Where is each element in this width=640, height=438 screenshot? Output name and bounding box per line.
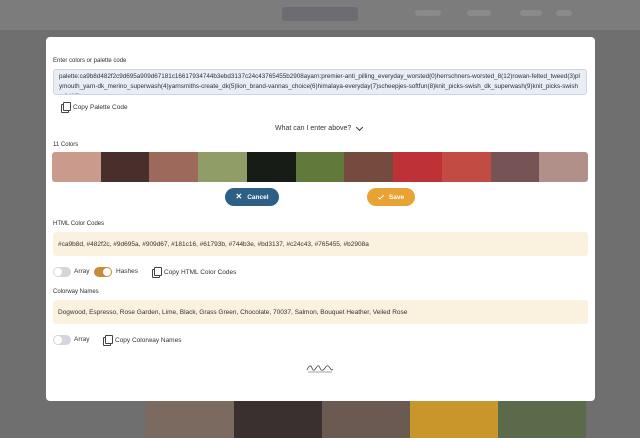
colorway-names-label: Colorway Names — [53, 289, 99, 295]
color-swatch[interactable] — [198, 152, 247, 182]
copy-colorway-names-button[interactable]: Copy Colorway Names — [103, 335, 182, 346]
chevron-down-icon — [356, 123, 364, 131]
copy-icon — [61, 102, 71, 113]
background-nav-item — [556, 10, 572, 16]
color-swatch-strip — [52, 152, 588, 182]
background-palette-strip — [146, 400, 586, 438]
copy-colorway-names-label: Copy Colorway Names — [115, 336, 182, 344]
colors-count-label: 11 Colors — [53, 142, 79, 148]
html-codes-field[interactable]: #ca9b8d, #482f2c, #9d695a, #909d67, #181… — [53, 232, 588, 256]
html-array-label: Array — [74, 268, 90, 275]
background-header — [0, 0, 640, 30]
colorway-array-toggle[interactable] — [53, 335, 71, 345]
signature-logo — [306, 365, 334, 373]
copy-palette-code-button[interactable]: Copy Palette Code — [61, 102, 128, 113]
palette-code-input[interactable]: palette:ca9b8d482f2c9d695a909d67181c1661… — [53, 69, 587, 95]
close-icon: ✕ — [235, 192, 243, 201]
color-swatch[interactable] — [295, 152, 345, 182]
check-icon — [377, 192, 385, 200]
color-swatch[interactable] — [490, 152, 540, 182]
background-swatch — [146, 400, 234, 438]
background-swatch — [322, 400, 410, 438]
what-can-i-enter-toggle[interactable]: What can I enter above? — [275, 123, 364, 132]
background-logo — [282, 7, 358, 21]
copy-icon — [103, 335, 113, 346]
color-swatch[interactable] — [539, 152, 588, 182]
copy-html-codes-button[interactable]: Copy HTML Color Codes — [152, 267, 237, 278]
html-codes-label: HTML Color Codes — [53, 221, 105, 227]
background-nav-item — [415, 10, 441, 16]
color-swatch[interactable] — [149, 152, 199, 182]
what-can-i-enter-label: What can I enter above? — [275, 125, 352, 132]
background-swatch — [410, 400, 498, 438]
copy-palette-code-label: Copy Palette Code — [73, 103, 128, 111]
palette-modal: Enter colors or palette code palette:ca9… — [46, 37, 595, 401]
background-swatch — [234, 400, 322, 438]
copy-icon — [152, 267, 162, 278]
color-swatch[interactable] — [441, 152, 491, 182]
colorway-names-field[interactable]: Dogwood, Espresso, Rose Garden, Lime, Bl… — [53, 300, 588, 324]
color-swatch[interactable] — [100, 152, 150, 182]
color-swatch[interactable] — [393, 152, 442, 182]
html-hashes-label: Hashes — [116, 268, 139, 275]
background-nav-item — [467, 10, 491, 16]
save-button[interactable]: Save — [367, 188, 415, 206]
html-array-toggle[interactable] — [53, 267, 71, 277]
color-swatch[interactable] — [246, 152, 296, 182]
background-nav-item — [520, 10, 542, 16]
cancel-label: Cancel — [247, 193, 269, 201]
copy-html-codes-label: Copy HTML Color Codes — [164, 268, 237, 276]
background-swatch — [498, 400, 586, 438]
colorway-array-label: Array — [74, 336, 90, 343]
color-swatch[interactable] — [52, 152, 101, 182]
html-hashes-toggle[interactable] — [94, 267, 112, 277]
save-label: Save — [388, 193, 405, 201]
input-label: Enter colors or palette code — [53, 58, 127, 64]
cancel-button[interactable]: ✕ Cancel — [225, 188, 279, 206]
color-swatch[interactable] — [344, 152, 394, 182]
